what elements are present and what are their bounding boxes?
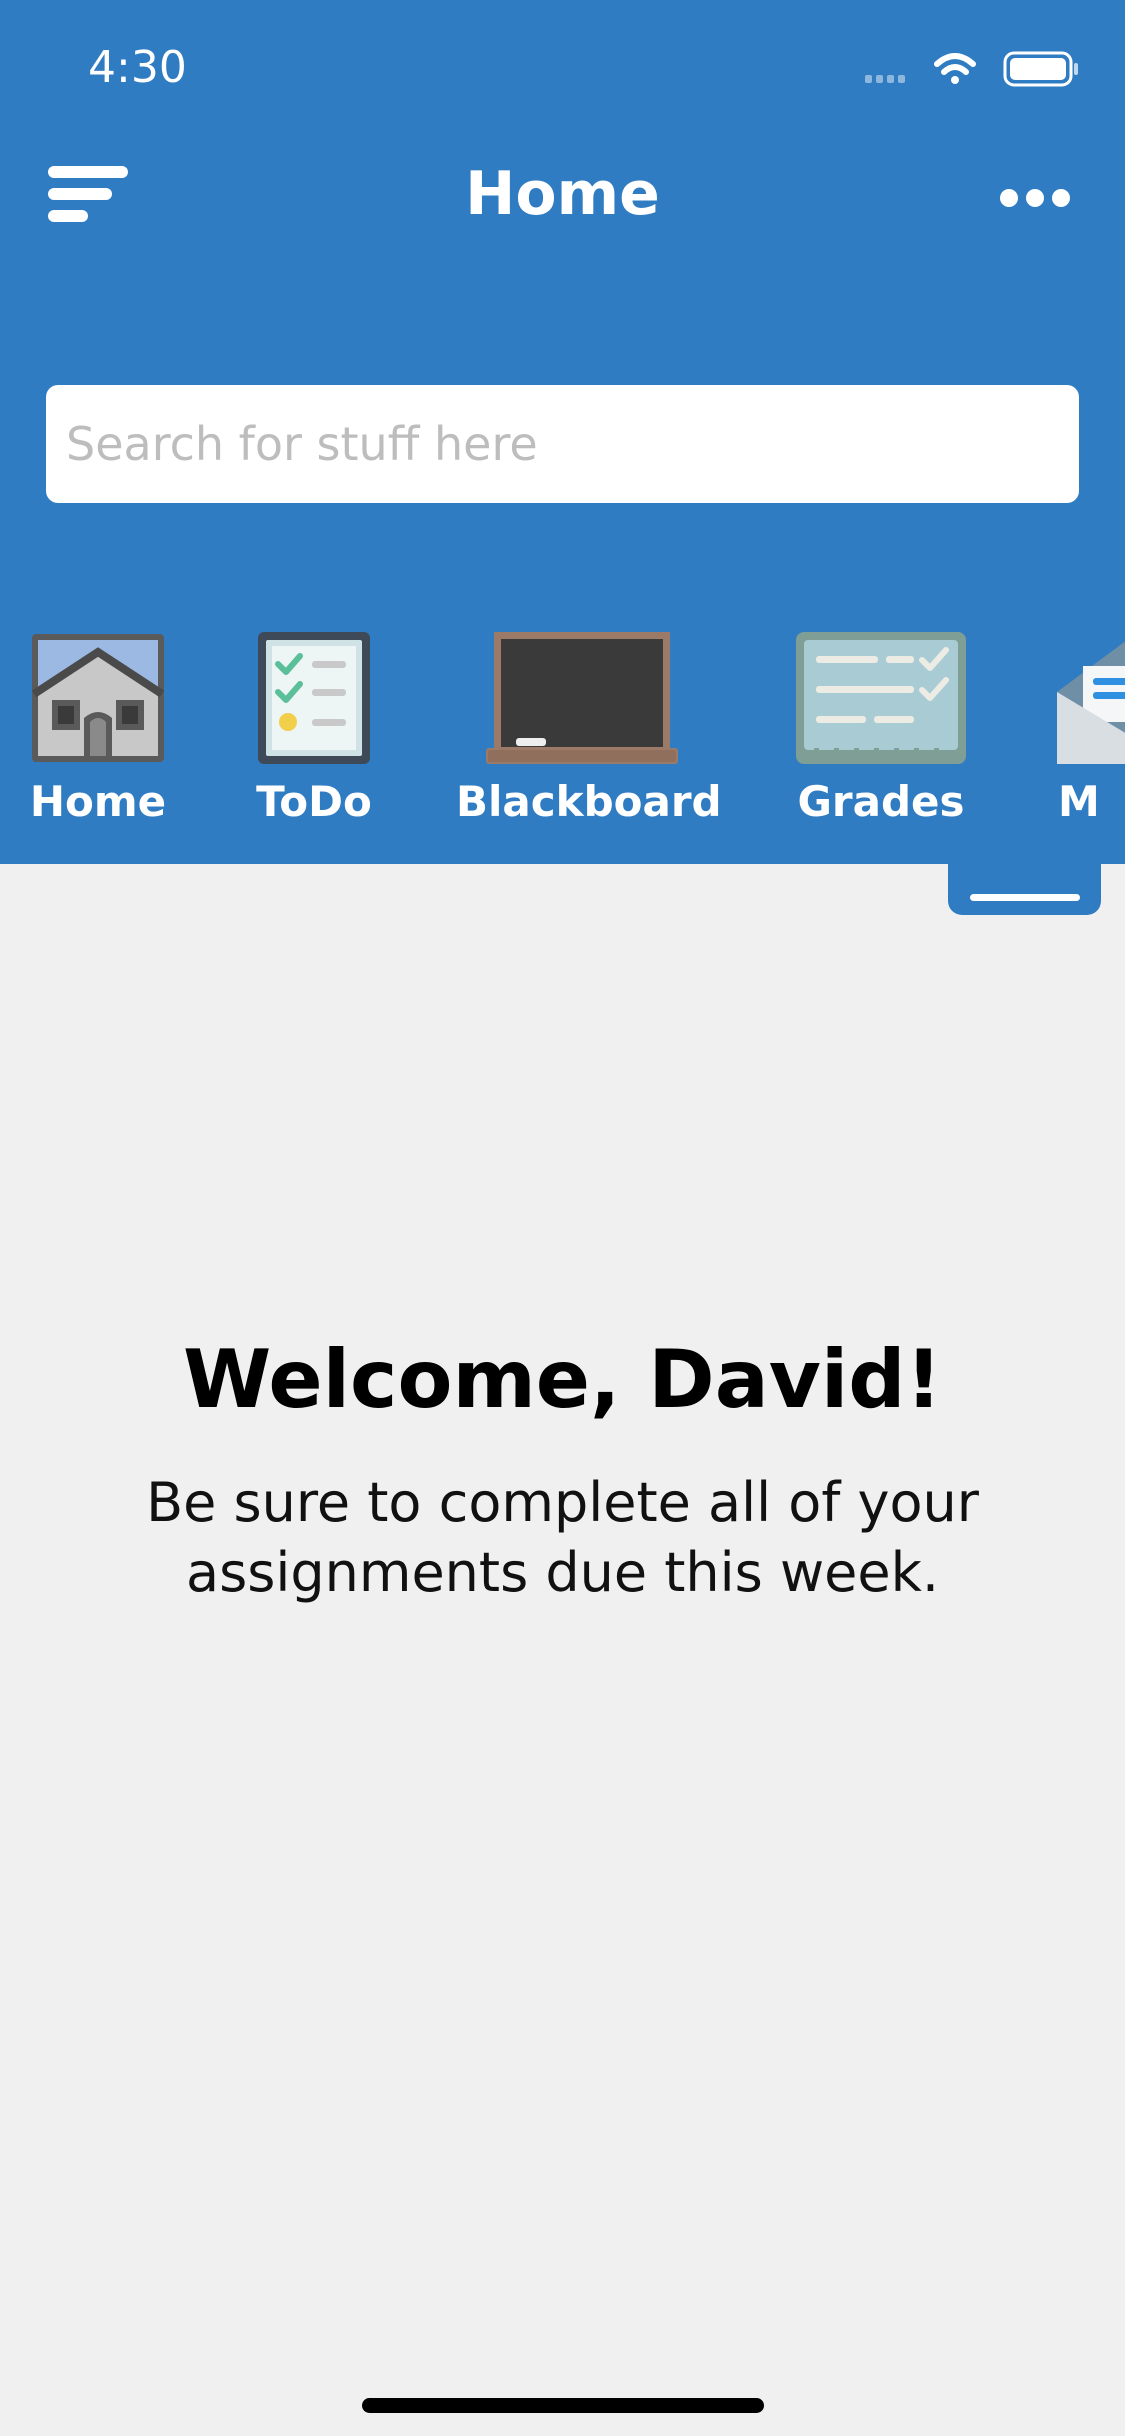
home-indicator[interactable] — [362, 2398, 764, 2413]
checklist-icon — [258, 632, 370, 764]
cellular-signal-icon — [865, 75, 905, 83]
nav-item-grades[interactable]: Grades — [786, 620, 976, 840]
status-icons — [865, 51, 1078, 87]
blackboard-icon — [486, 632, 678, 764]
nav-label-home: Home — [29, 777, 167, 826]
nav-label-mail: M — [1058, 777, 1100, 826]
nav-item-home[interactable]: Home — [18, 620, 178, 840]
wifi-icon — [934, 53, 976, 84]
drawer-pull-tab[interactable] — [948, 860, 1101, 915]
search-input[interactable] — [46, 385, 1079, 503]
nav-label-grades: Grades — [797, 777, 965, 826]
nav-label-todo: ToDo — [256, 777, 372, 826]
mail-icon — [1057, 641, 1125, 764]
welcome-title: Welcome, David! — [182, 1333, 943, 1426]
battery-icon — [1003, 51, 1078, 87]
nav-label-blackboard: Blackboard — [456, 777, 722, 826]
nav-item-todo[interactable]: ToDo — [246, 620, 382, 840]
grades-icon — [796, 632, 966, 764]
nav-item-blackboard[interactable]: Blackboard — [456, 620, 722, 840]
welcome-message: Be sure to complete all of your assignme… — [146, 1471, 979, 1604]
drawer-handle[interactable] — [970, 894, 1080, 901]
more-dots-icon[interactable] — [990, 176, 1080, 220]
app-header: 4:30 Home Search for stuff here Home ToD… — [0, 0, 1125, 864]
nav-item-mail[interactable]: M — [1050, 620, 1125, 840]
house-icon — [31, 634, 165, 762]
status-time: 4:30 — [88, 42, 187, 93]
page-title: Home — [465, 159, 660, 229]
